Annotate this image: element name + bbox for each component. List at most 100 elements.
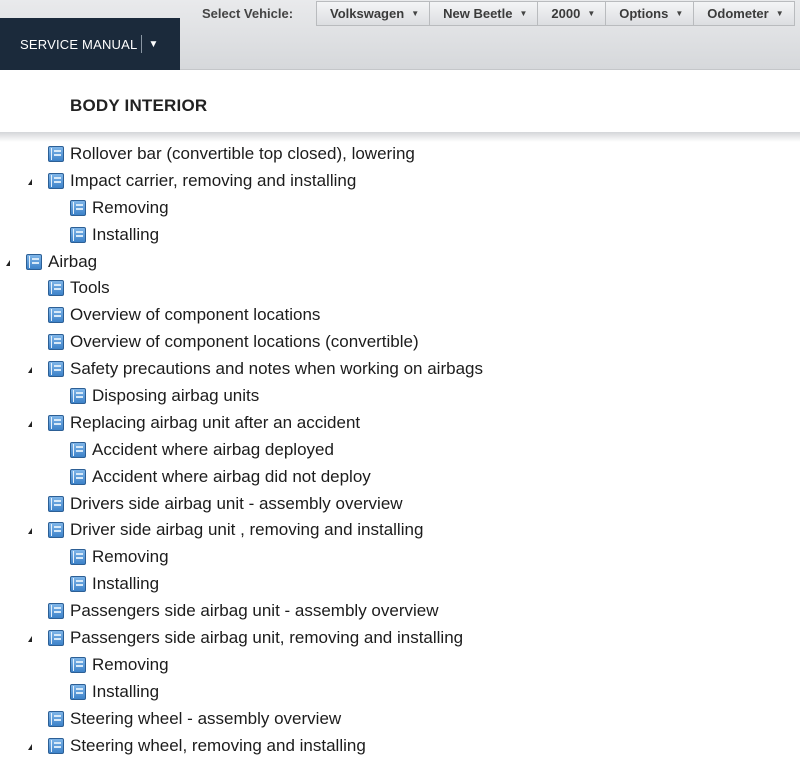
- book-icon: [70, 656, 86, 673]
- expanded-triangle-icon[interactable]: [28, 636, 32, 643]
- book-icon: [70, 226, 86, 243]
- tree-item-label[interactable]: Overview of component locations (convert…: [70, 332, 419, 352]
- tree-item[interactable]: Replacing airbag unit after an accident: [0, 411, 800, 438]
- tree-item[interactable]: Overview of component locations (convert…: [0, 330, 800, 357]
- tree-item-label[interactable]: Removing: [92, 198, 169, 218]
- tree-item-label[interactable]: Replacing airbag unit after an accident: [70, 413, 360, 433]
- tree-item[interactable]: Tools: [0, 276, 800, 303]
- toc-tree: Rollover bar (convertible top closed), l…: [0, 142, 800, 760]
- book-icon: [70, 388, 86, 405]
- divider: [0, 132, 800, 142]
- chevron-down-icon: ▼: [519, 9, 528, 18]
- expanded-triangle-icon[interactable]: [28, 367, 32, 374]
- tree-item[interactable]: Steering wheel, removing and installing: [0, 734, 800, 761]
- chevron-down-icon: ▼: [587, 9, 596, 18]
- tree-item-label[interactable]: Accident where airbag did not deploy: [92, 467, 371, 487]
- tree-item-label[interactable]: Overview of component locations: [70, 305, 320, 325]
- caret-down-icon[interactable]: ▼: [148, 39, 158, 50]
- tree-item[interactable]: Steering wheel - assembly overview: [0, 707, 800, 734]
- tree-item-label[interactable]: Installing: [92, 225, 159, 245]
- model-value: New Beetle: [443, 6, 513, 21]
- odometer-value: Odometer: [707, 6, 769, 21]
- options-dropdown[interactable]: Options ▼: [606, 2, 695, 25]
- tree-item[interactable]: Impact carrier, removing and installing: [0, 169, 800, 196]
- book-icon: [48, 280, 64, 297]
- book-icon: [48, 414, 64, 431]
- heading-area: BODY INTERIOR: [0, 70, 800, 132]
- vehicle-selectors: Volkswagen ▼ New Beetle ▼ 2000 ▼ Options ▼ O…: [316, 1, 795, 26]
- tree-item[interactable]: Airbag: [0, 250, 800, 277]
- book-icon: [70, 576, 86, 593]
- tree-item-label[interactable]: Installing: [92, 682, 159, 702]
- book-icon: [48, 334, 64, 351]
- year-dropdown[interactable]: 2000 ▼: [538, 2, 607, 25]
- tree-item[interactable]: Installing: [0, 223, 800, 250]
- make-dropdown[interactable]: Volkswagen ▼: [317, 2, 431, 25]
- year-value: 2000: [551, 6, 581, 21]
- tree-item-label[interactable]: Removing: [92, 547, 169, 567]
- book-icon: [70, 199, 86, 216]
- tree-item-label[interactable]: Driver side airbag unit , removing and i…: [70, 520, 423, 540]
- brand-separator: [141, 35, 143, 53]
- tree-item-label[interactable]: Impact carrier, removing and installing: [70, 171, 356, 191]
- page-title: BODY INTERIOR: [70, 96, 208, 115]
- chevron-down-icon: ▼: [411, 9, 420, 18]
- book-icon: [48, 630, 64, 647]
- book-icon: [48, 710, 64, 727]
- book-icon: [48, 603, 64, 620]
- tree-item[interactable]: Disposing airbag units: [0, 384, 800, 411]
- book-icon: [48, 737, 64, 754]
- odometer-dropdown[interactable]: Odometer ▼: [694, 2, 795, 25]
- book-icon: [48, 146, 64, 162]
- book-icon: [48, 361, 64, 378]
- book-icon: [26, 253, 42, 270]
- tree-item-label[interactable]: Airbag: [48, 252, 97, 272]
- expanded-triangle-icon[interactable]: [28, 743, 32, 750]
- brand-label: SERVICE MANUAL: [20, 36, 138, 52]
- tree-item-label[interactable]: Removing: [92, 655, 169, 675]
- chevron-down-icon: ▼: [775, 9, 784, 18]
- tree-item[interactable]: Installing: [0, 680, 800, 707]
- tree-item[interactable]: Passengers side airbag unit - assembly o…: [0, 599, 800, 626]
- tree-item[interactable]: Driver side airbag unit , removing and i…: [0, 518, 800, 545]
- tree-item[interactable]: Removing: [0, 653, 800, 680]
- book-icon: [70, 441, 86, 458]
- book-icon: [70, 468, 86, 485]
- tree-item-label[interactable]: Accident where airbag deployed: [92, 440, 334, 460]
- tree-item-label[interactable]: Rollover bar (convertible top closed), l…: [70, 144, 415, 164]
- tree-item[interactable]: Passengers side airbag unit, removing an…: [0, 626, 800, 653]
- book-icon: [48, 522, 64, 539]
- tree-item[interactable]: Overview of component locations: [0, 303, 800, 330]
- tree-item-label[interactable]: Drivers side airbag unit - assembly over…: [70, 494, 403, 514]
- tree-item[interactable]: Accident where airbag deployed: [0, 438, 800, 465]
- tree-item-label[interactable]: Passengers side airbag unit - assembly o…: [70, 601, 439, 621]
- book-icon: [48, 172, 64, 189]
- book-icon: [70, 683, 86, 700]
- chevron-down-icon: ▼: [675, 9, 684, 18]
- expanded-triangle-icon[interactable]: [28, 528, 32, 535]
- top-bar: SERVICE MANUAL ▼ Select Vehicle: Volkswa…: [0, 0, 800, 70]
- select-vehicle-label: Select Vehicle:: [202, 6, 294, 21]
- tree-item-label[interactable]: Disposing airbag units: [92, 386, 259, 406]
- tree-item-label[interactable]: Tools: [70, 278, 110, 298]
- expanded-triangle-icon[interactable]: [28, 420, 32, 427]
- tree-item[interactable]: Installing: [0, 572, 800, 599]
- options-value: Options: [619, 6, 669, 21]
- tree-item-label[interactable]: Passengers side airbag unit, removing an…: [70, 628, 463, 648]
- book-icon: [48, 495, 64, 512]
- expanded-triangle-icon[interactable]: [28, 178, 32, 185]
- tree-item[interactable]: Accident where airbag did not deploy: [0, 465, 800, 492]
- service-manual-menu[interactable]: SERVICE MANUAL ▼: [0, 18, 180, 70]
- tree-item[interactable]: Rollover bar (convertible top closed), l…: [0, 142, 800, 169]
- tree-item[interactable]: Removing: [0, 545, 800, 572]
- tree-item-label[interactable]: Safety precautions and notes when workin…: [70, 359, 483, 379]
- tree-item[interactable]: Removing: [0, 196, 800, 223]
- model-dropdown[interactable]: New Beetle ▼: [430, 2, 539, 25]
- expanded-triangle-icon[interactable]: [6, 259, 10, 266]
- tree-item-label[interactable]: Steering wheel - assembly overview: [70, 709, 341, 729]
- tree-item-label[interactable]: Steering wheel, removing and installing: [70, 736, 366, 756]
- book-icon: [48, 307, 64, 324]
- tree-item[interactable]: Drivers side airbag unit - assembly over…: [0, 492, 800, 519]
- tree-item[interactable]: Safety precautions and notes when workin…: [0, 357, 800, 384]
- tree-item-label[interactable]: Installing: [92, 574, 159, 594]
